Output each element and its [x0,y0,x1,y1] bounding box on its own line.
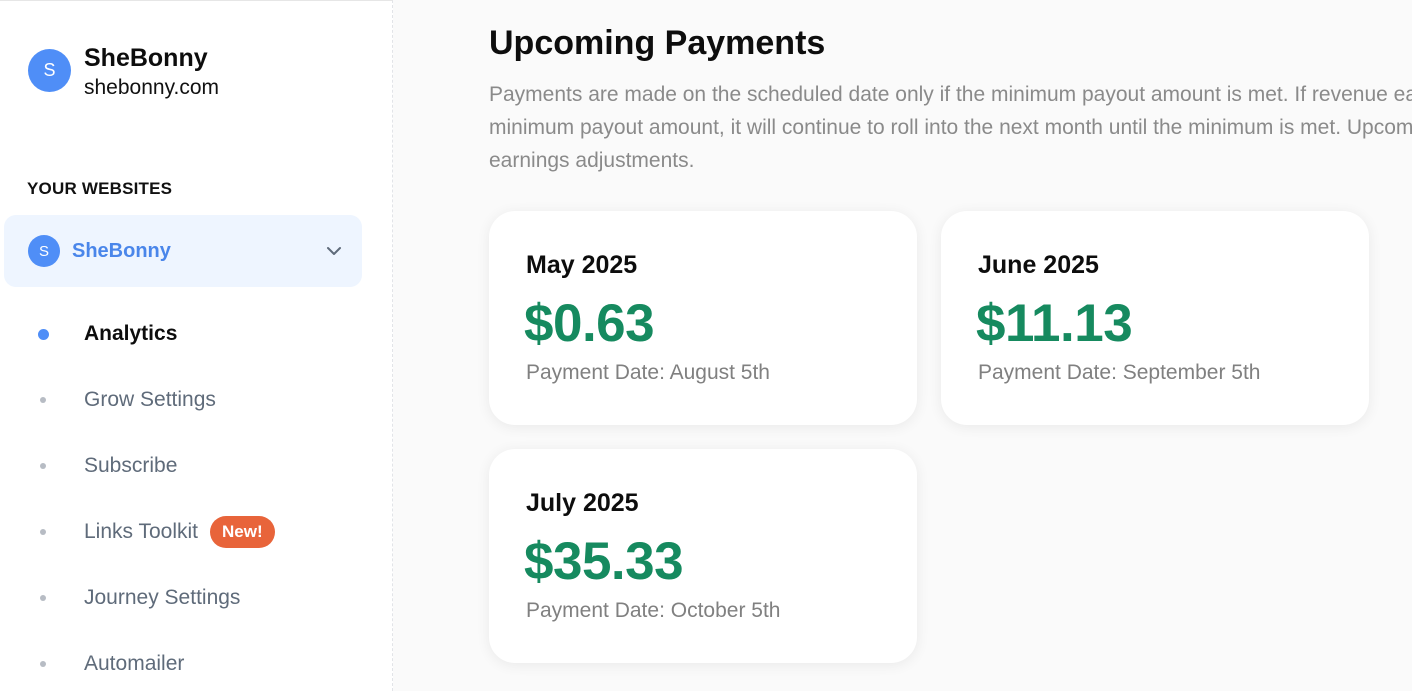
active-dot-icon [38,328,49,340]
app-window: S SheBonny shebonny.com YOUR WEBSITES S … [0,0,1412,691]
new-badge: New! [210,516,275,548]
payment-amount: $0.63 [524,294,655,353]
site-avatar: S [28,235,60,267]
payment-amount: $35.33 [524,532,684,591]
dot-icon [40,529,46,535]
page-title: Upcoming Payments [489,24,826,62]
nav-label: Grow Settings [84,388,216,411]
main-content: Upcoming Payments Payments are made on t… [393,0,1412,691]
payment-month: May 2025 [526,251,638,279]
account-avatar: S [28,49,71,92]
account-domain: shebonny.com [84,76,220,99]
chevron-down-icon[interactable] [326,243,342,261]
nav-item-subscribe[interactable]: Subscribe [0,433,393,499]
payment-card-june: June 2025 $11.13 Payment Date: September… [941,211,1369,425]
site-nav: Analytics Grow Settings Subscribe Links … [0,301,393,691]
nav-label: Journey Settings [84,586,241,609]
payment-date: Payment Date: September 5th [978,361,1261,384]
payment-date: Payment Date: October 5th [526,599,781,622]
payment-month: July 2025 [526,489,639,517]
nav-item-automailer[interactable]: Automailer [0,631,393,691]
nav-label: Analytics [84,322,178,345]
nav-item-links-toolkit[interactable]: Links Toolkit New! [0,499,393,565]
payment-month: June 2025 [978,251,1099,279]
payment-card-july: July 2025 $35.33 Payment Date: October 5… [489,449,917,663]
page-description: Payments are made on the scheduled date … [489,83,1412,172]
nav-item-grow-settings[interactable]: Grow Settings [0,367,393,433]
dot-icon [40,661,46,667]
account-info: SheBonny shebonny.com [84,43,219,103]
dot-icon [40,463,46,469]
account-header: S SheBonny shebonny.com [28,43,219,103]
nav-label: Automailer [84,652,185,675]
websites-section-title: YOUR WEBSITES [27,179,173,198]
site-name: SheBonny [72,239,171,262]
nav-label: Links Toolkit [84,520,199,543]
dot-icon [40,595,46,601]
sidebar: S SheBonny shebonny.com YOUR WEBSITES S … [0,0,393,691]
nav-item-analytics[interactable]: Analytics [0,301,393,367]
payment-date: Payment Date: August 5th [526,361,770,384]
payment-card-may: May 2025 $0.63 Payment Date: August 5th [489,211,917,425]
site-selector[interactable]: S SheBonny [4,215,362,287]
account-name: SheBonny [84,44,208,72]
dot-icon [40,397,46,403]
nav-item-journey-settings[interactable]: Journey Settings [0,565,393,631]
nav-label: Subscribe [84,454,178,477]
payment-amount: $11.13 [976,294,1133,353]
